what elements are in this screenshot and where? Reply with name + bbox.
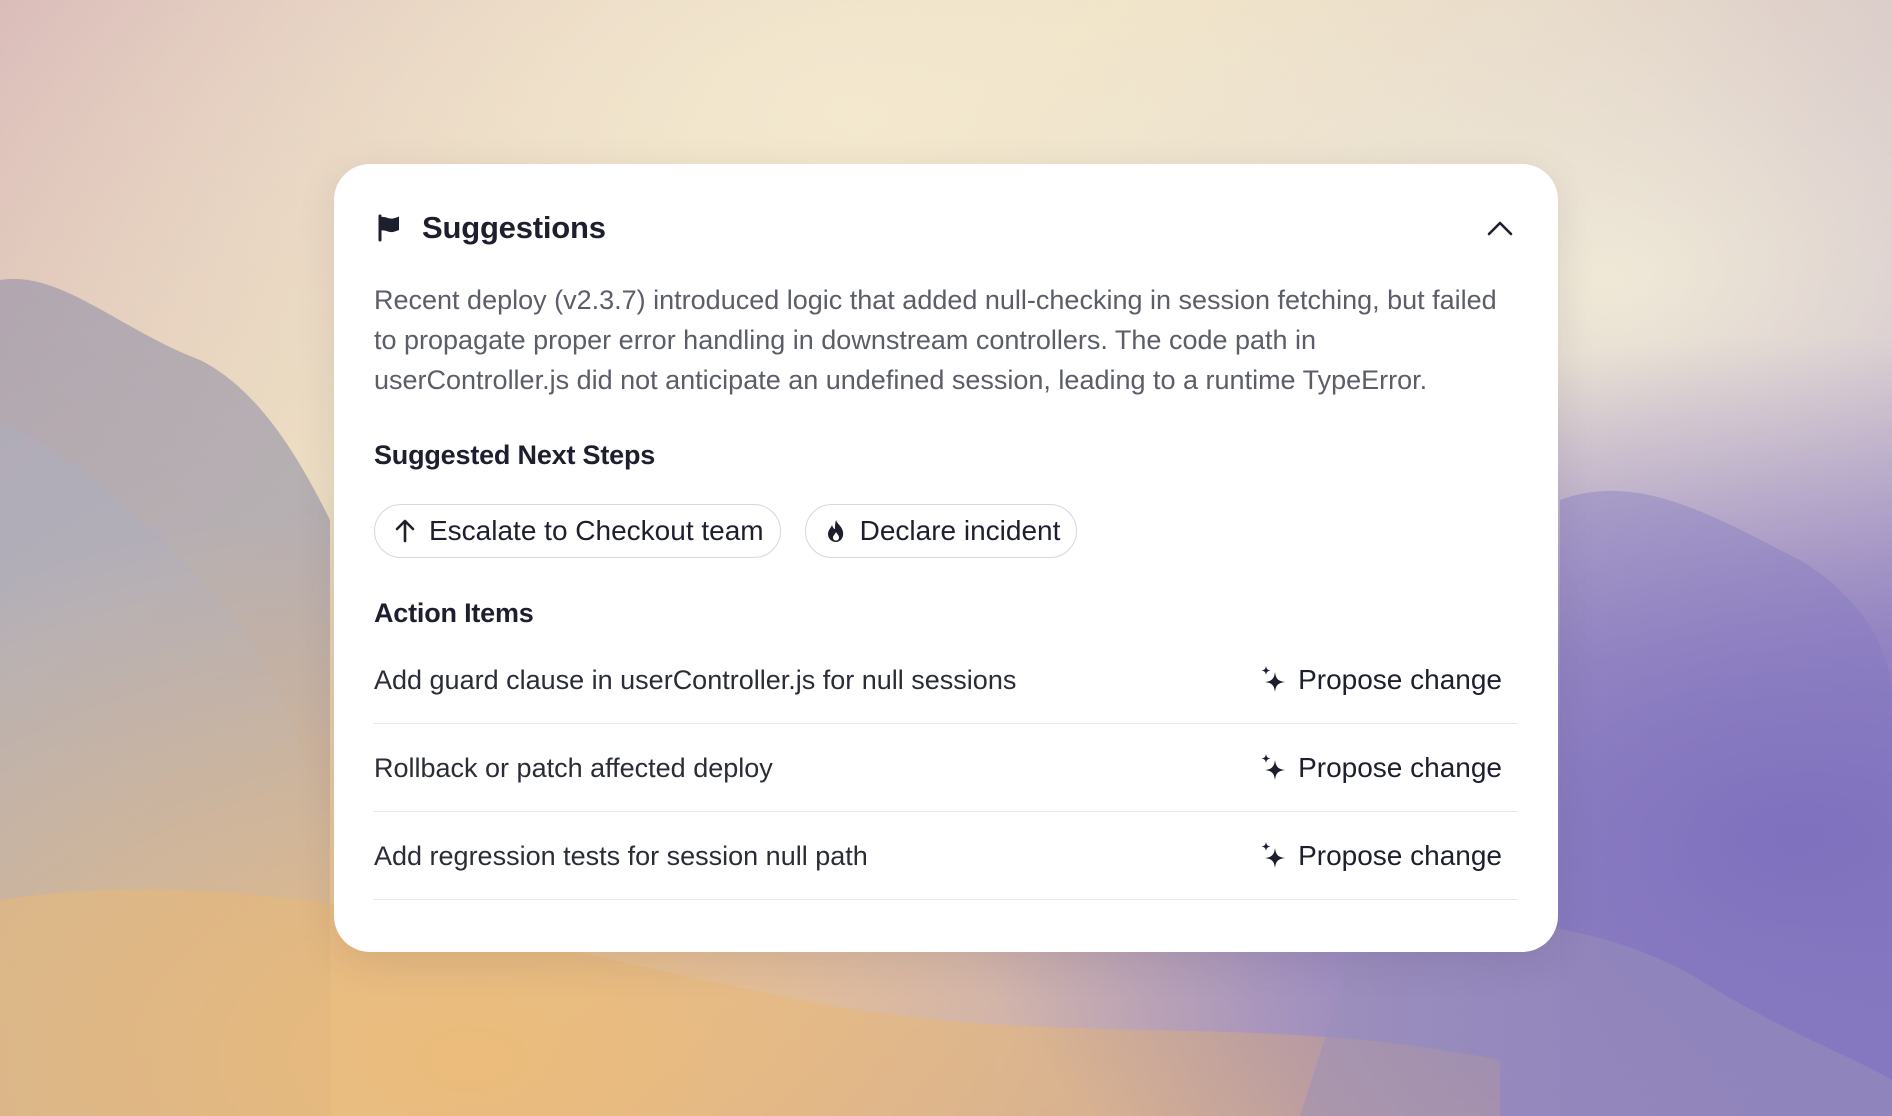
declare-incident-button[interactable]: Declare incident [804,504,1078,558]
suggestions-card: Suggestions Recent deploy (v2.3.7) intro… [334,164,1558,952]
propose-change-label: Propose change [1298,751,1502,783]
propose-change-label: Propose change [1298,663,1502,695]
flag-icon [378,214,399,242]
arrow-up-icon [395,519,415,543]
declare-incident-label: Declare incident [859,515,1061,546]
collapse-button[interactable] [1482,210,1518,246]
next-steps-chips: Escalate to Checkout team Declare incide… [374,504,1078,558]
action-item-text: Add regression tests for session null pa… [374,841,868,871]
escalate-button[interactable]: Escalate to Checkout team [374,504,781,558]
card-title: Suggestions [422,210,606,245]
action-item-text: Add guard clause in userController.js fo… [374,665,1017,695]
propose-change-button[interactable]: Propose change [1258,664,1518,696]
flame-icon [827,520,843,542]
next-steps-heading: Suggested Next Steps [374,440,656,470]
sparkle-icon [1261,841,1286,868]
card-header: Suggestions [374,204,1518,252]
action-item-row: Add regression tests for session null pa… [374,812,1518,900]
propose-change-button[interactable]: Propose change [1258,752,1518,784]
summary-text: Recent deploy (v2.3.7) introduced logic … [374,285,1497,395]
action-item-row: Add guard clause in userController.js fo… [374,636,1518,724]
action-items-list: Add guard clause in userController.js fo… [374,636,1518,900]
propose-change-label: Propose change [1298,839,1502,871]
escalate-label: Escalate to Checkout team [429,515,764,546]
chevron-up-icon [1487,221,1513,236]
action-item-row: Rollback or patch affected deploy Propos… [374,724,1518,812]
sparkle-icon [1261,665,1286,692]
action-items-heading: Action Items [374,598,534,628]
propose-change-button[interactable]: Propose change [1258,840,1518,872]
action-item-text: Rollback or patch affected deploy [374,753,773,783]
sparkle-icon [1261,753,1286,780]
